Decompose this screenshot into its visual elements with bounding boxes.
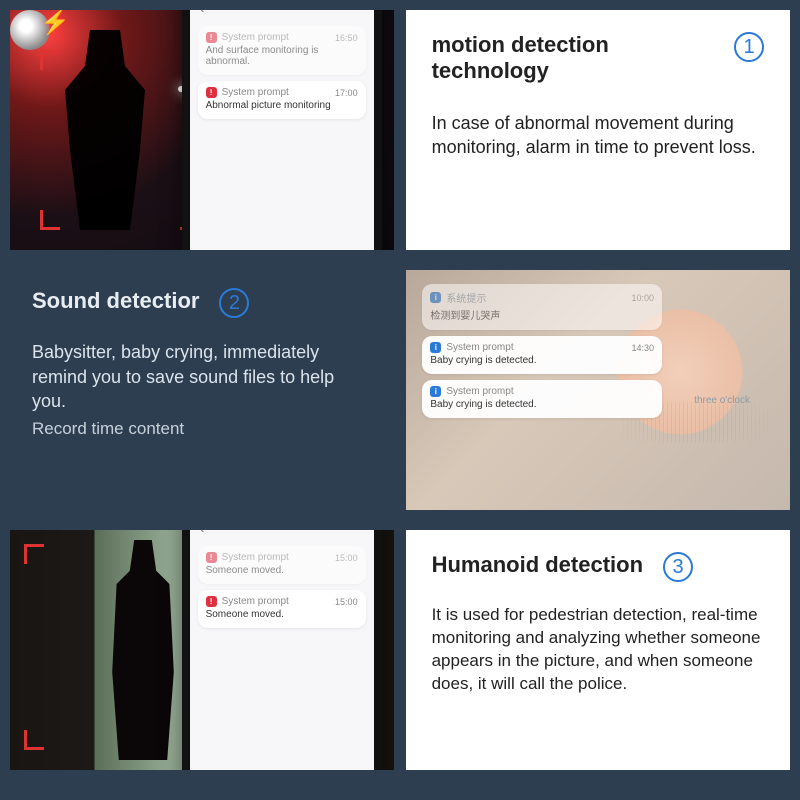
feature-desc: In case of abnormal movement during moni… (432, 111, 764, 160)
phone-screen: 9:41●●● ▮ ‹ !System prompt15:00 Someone … (190, 530, 374, 770)
notif-time: 10:00 (631, 293, 654, 303)
feature-row-motion: ⚡ 9:41●●● ▮ ‹ !System prompt16:50 And su… (10, 10, 790, 250)
notif-time: 16:50 (335, 33, 358, 43)
feature-subtext: Record time content (32, 419, 372, 439)
notif-body: Abnormal picture monitoring (206, 100, 358, 111)
focus-bracket (40, 50, 60, 70)
phone-mockup: 9:41●●● ▮ ‹ !System prompt16:50 And surf… (182, 10, 382, 250)
text-panel-humanoid: Humanoid detection 3 It is used for pede… (406, 530, 790, 770)
notif-title: System prompt (222, 32, 289, 43)
notif-title: System prompt (222, 596, 289, 607)
alert-icon: ! (206, 552, 217, 563)
phone-screen: 9:41●●● ▮ ‹ !System prompt16:50 And surf… (190, 10, 374, 250)
notif-time: 14:30 (631, 343, 654, 353)
overlay-notifications: i 系统提示 10:00 检测到婴儿哭声 i System prompt 14:30 B… (414, 278, 670, 424)
feature-title: motion detection technology (432, 32, 714, 85)
feature-row-sound: Sound detectior 2 Babysitter, baby cryin… (10, 270, 790, 510)
alert-icon: ! (206, 87, 217, 98)
notification: i System prompt 14:30 Baby crying is detec… (422, 336, 662, 374)
notif-body: 检测到婴儿哭声 (430, 307, 654, 322)
notification: ! System prompt 17:00 Abnormal picture mon… (198, 81, 366, 119)
notif-body: Baby crying is detected. (430, 399, 654, 410)
text-panel-sound: Sound detectior 2 Babysitter, baby cryin… (10, 270, 394, 510)
scene-window: 9:41●●● ▮ ‹ !System prompt15:00 Someone … (10, 530, 394, 770)
number-badge: 1 (734, 32, 764, 62)
text-panel-motion: motion detection technology 1 In case of… (406, 10, 790, 250)
overlay-side-text: three o'clock (694, 395, 750, 406)
notification: i 系统提示 10:00 检测到婴儿哭声 (422, 284, 662, 330)
notif-body: Someone moved. (206, 609, 358, 620)
back-chevron-icon: ‹ (190, 530, 374, 540)
feature-title: Sound detectior (32, 288, 199, 314)
alert-icon: ! (206, 596, 217, 607)
notif-title: System prompt (446, 386, 513, 397)
notif-body: Someone moved. (206, 565, 358, 576)
focus-bracket (24, 544, 44, 564)
info-icon: i (430, 342, 441, 353)
focus-bracket (40, 210, 60, 230)
feature-desc: Babysitter, baby crying, immediately rem… (32, 340, 372, 413)
notif-title: System prompt (222, 552, 289, 563)
notif-time: 15:00 (335, 553, 358, 563)
notification: ! System prompt 15:00 Someone moved. (198, 546, 366, 584)
notif-time: 15:00 (335, 597, 358, 607)
back-chevron-icon: ‹ (190, 10, 374, 20)
notif-title: 系统提示 (446, 290, 486, 305)
info-icon: i (430, 292, 441, 303)
notif-title: System prompt (446, 342, 513, 353)
feature-row-humanoid: 9:41●●● ▮ ‹ !System prompt15:00 Someone … (10, 530, 790, 770)
alarm-icon: ⚡ (40, 10, 70, 37)
focus-bracket (24, 730, 44, 750)
scene-intruder: ⚡ 9:41●●● ▮ ‹ !System prompt16:50 And su… (10, 10, 394, 250)
phone-mockup: 9:41●●● ▮ ‹ !System prompt15:00 Someone … (182, 530, 382, 770)
number-badge: 2 (219, 288, 249, 318)
notif-title: System prompt (222, 87, 289, 98)
notif-body: And surface monitoring is abnormal. (206, 45, 358, 67)
scene-baby: three o'clock i 系统提示 10:00 检测到婴儿哭声 i System… (406, 270, 790, 510)
intruder-silhouette (55, 30, 155, 230)
feature-title: Humanoid detection (432, 552, 643, 578)
alert-icon: ! (206, 32, 217, 43)
feature-desc: It is used for pedestrian detection, rea… (432, 604, 764, 696)
notification: i System prompt Baby crying is detected. (422, 380, 662, 418)
notif-body: Baby crying is detected. (430, 355, 654, 366)
notification: ! System prompt 15:00 Someone moved. (198, 590, 366, 628)
notif-time: 17:00 (335, 88, 358, 98)
number-badge: 3 (663, 552, 693, 582)
info-icon: i (430, 386, 441, 397)
notification: ! System prompt 16:50 And surface monitori… (198, 26, 366, 75)
